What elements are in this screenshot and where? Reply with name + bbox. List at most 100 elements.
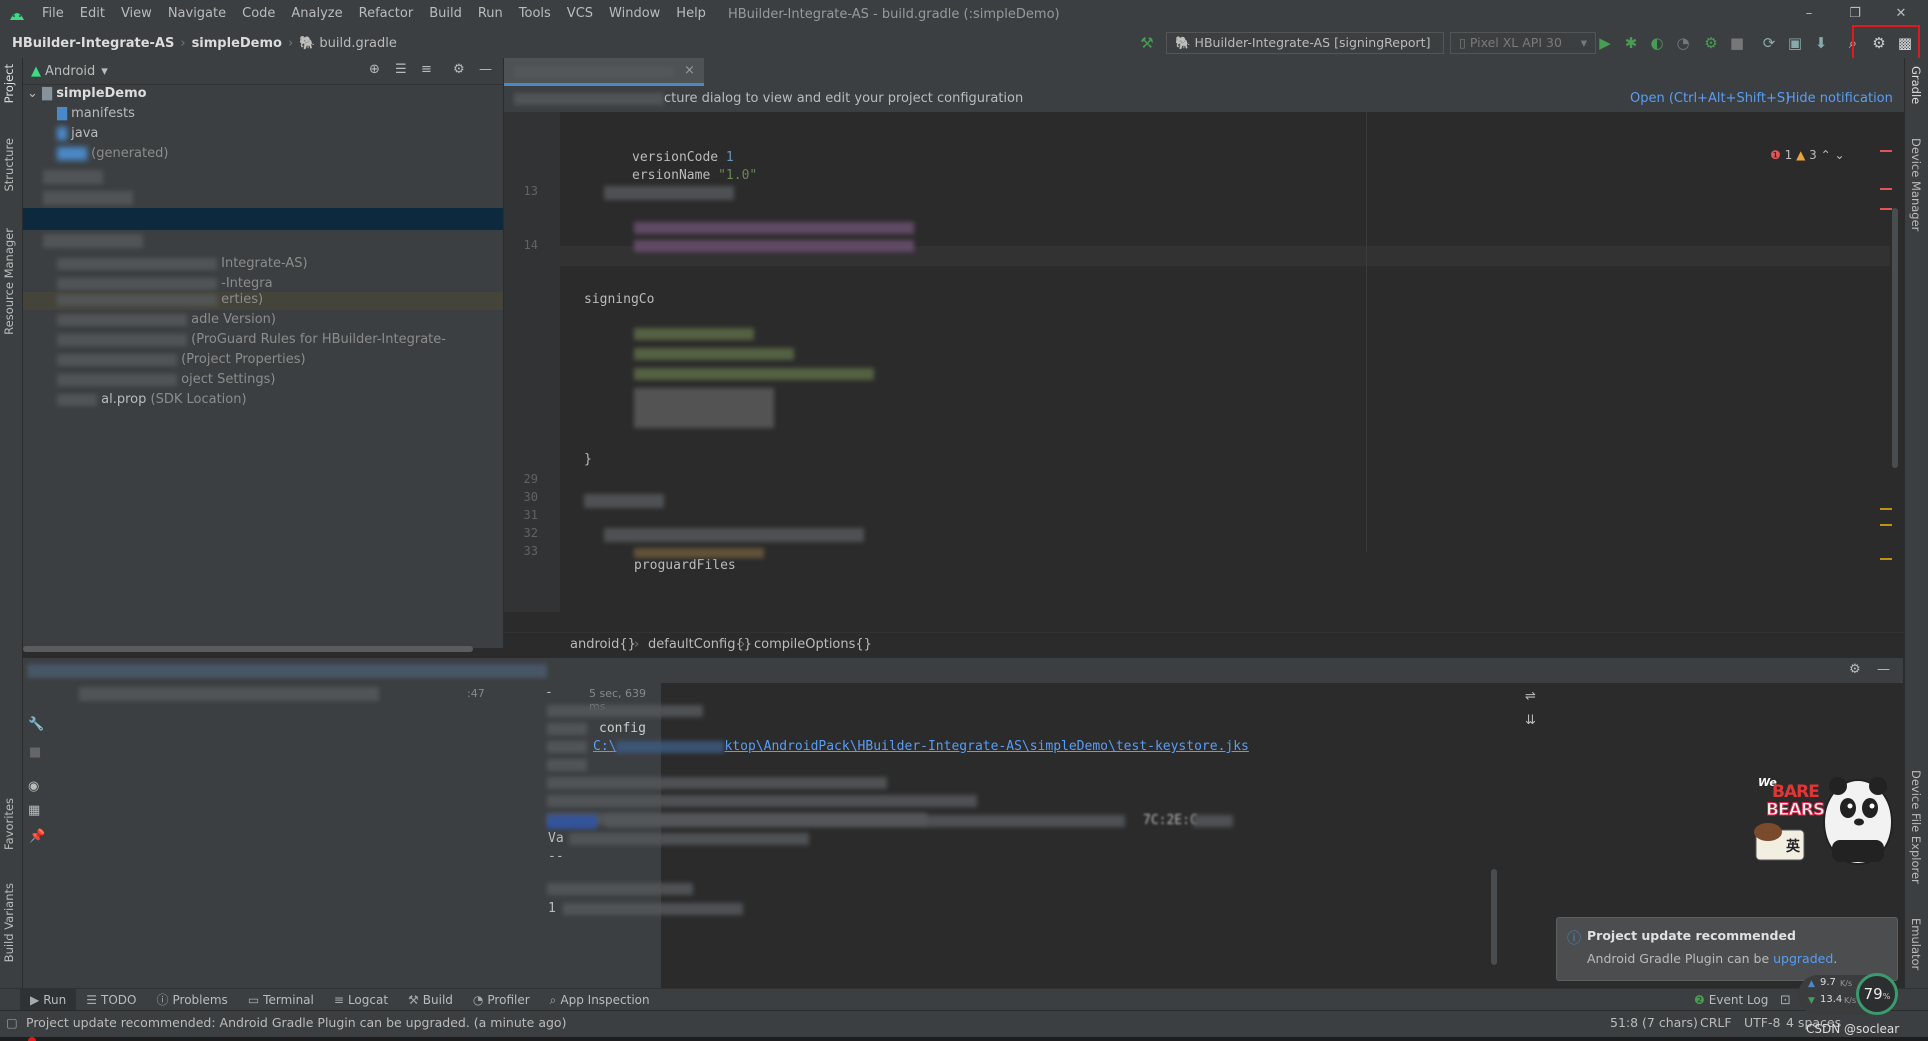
chevron-down-icon[interactable]: ▾ <box>101 64 108 79</box>
wrench-icon[interactable]: 🔧 <box>28 717 44 732</box>
project-view-selector[interactable]: Android <box>45 64 95 79</box>
breadcrumb-compile-options[interactable]: compileOptions{} <box>754 633 872 657</box>
stop-icon[interactable]: ■ <box>1728 34 1746 52</box>
tree-item-local-properties[interactable]: al.prop (SDK Location) <box>57 390 247 410</box>
tab-resource-manager[interactable]: Resource Manager <box>2 228 16 335</box>
code-line-version-name[interactable]: ersionName "1.0" <box>632 168 757 183</box>
tab-run[interactable]: ▶ Run <box>20 989 77 1011</box>
menu-vcs[interactable]: VCS <box>559 0 601 28</box>
update-notification-popup[interactable]: ⓘ Project update recommended Android Gra… <box>1556 917 1898 981</box>
menu-window[interactable]: Window <box>601 0 668 28</box>
chevron-up-icon[interactable]: ⌃ <box>1821 148 1831 162</box>
tab-terminal[interactable]: ▭ Terminal <box>238 989 324 1011</box>
hide-panel-icon[interactable]: — <box>1877 662 1890 677</box>
file-encoding[interactable]: UTF-8 <box>1744 1011 1780 1035</box>
scroll-to-end-icon[interactable]: ⇊ <box>1525 713 1536 728</box>
locate-icon[interactable]: ⊕ <box>369 62 380 77</box>
restore-icon[interactable]: ❐ <box>1832 0 1878 28</box>
layout-inspector-icon[interactable]: ⊡ <box>1780 993 1791 1008</box>
tree-root[interactable]: ⌄ ▇ simpleDemo <box>27 84 147 104</box>
tree-selected-row[interactable] <box>23 208 503 230</box>
warning-stripe-marker[interactable] <box>1880 524 1892 526</box>
tree-item-proguard[interactable]: (ProGuard Rules for HBuilder-Integrate- <box>57 330 446 350</box>
tab-build[interactable]: ⚒ Build <box>398 989 463 1011</box>
tab-gradle[interactable]: Gradle <box>1909 66 1923 104</box>
debug-icon[interactable]: ✱ <box>1622 34 1640 52</box>
tab-app-inspection[interactable]: ⌕ App Inspection <box>540 989 660 1011</box>
menu-analyze[interactable]: Analyze <box>283 0 350 28</box>
tree-item-gradle-properties[interactable]: erties) <box>57 290 263 310</box>
code-line-signing[interactable]: signingCo <box>584 292 654 307</box>
editor-tab-active[interactable]: × <box>504 58 704 86</box>
error-stripe-marker[interactable] <box>1880 208 1892 210</box>
menu-refactor[interactable]: Refactor <box>351 0 422 28</box>
line-separator[interactable]: CRLF <box>1700 1011 1732 1035</box>
menu-run[interactable]: Run <box>470 0 511 28</box>
tree-item-gradle-1[interactable]: Integrate-AS) <box>57 254 308 274</box>
tab-event-log[interactable]: ❷ Event Log <box>1684 989 1778 1011</box>
attach-debugger-icon[interactable]: ⚙ <box>1702 34 1720 52</box>
menu-help[interactable]: Help <box>668 0 714 28</box>
hide-notification-link[interactable]: Hide notification <box>1786 86 1893 112</box>
tab-project[interactable]: Project <box>2 64 16 103</box>
menu-file[interactable]: File <box>34 0 72 28</box>
menu-build[interactable]: Build <box>421 0 470 28</box>
open-project-structure-link[interactable]: Open (Ctrl+Alt+Shift+S) <box>1630 86 1790 112</box>
run-configuration-selector[interactable]: 🐘 HBuilder-Integrate-AS [signingReport] … <box>1166 32 1444 70</box>
close-icon[interactable]: ✕ <box>1878 0 1924 28</box>
warning-stripe-marker[interactable] <box>1880 508 1892 510</box>
console-scrollbar[interactable] <box>1491 869 1497 965</box>
close-tab-icon[interactable]: × <box>684 63 695 78</box>
layout-icon[interactable]: ▦ <box>28 803 40 818</box>
horizontal-scrollbar[interactable] <box>23 646 473 652</box>
tab-problems[interactable]: ⓘ Problems <box>146 989 237 1011</box>
breadcrumb-project[interactable]: HBuilder-Integrate-AS <box>8 36 178 51</box>
minimize-icon[interactable]: – <box>1786 0 1832 28</box>
expand-all-icon[interactable]: ☰ <box>395 62 407 77</box>
status-toggle-icon[interactable]: ▢ <box>6 1011 18 1035</box>
menu-edit[interactable]: Edit <box>72 0 113 28</box>
tab-logcat[interactable]: ≡ Logcat <box>324 989 398 1011</box>
tab-profiler[interactable]: ◔ Profiler <box>463 989 540 1011</box>
code-line-brace[interactable]: } <box>584 452 592 467</box>
run-icon[interactable]: ▶ <box>1596 34 1614 52</box>
coverage-icon[interactable]: ◐ <box>1648 34 1666 52</box>
tree-item-settings-gradle[interactable]: oject Settings) <box>57 370 275 390</box>
panel-settings-icon[interactable]: ⚙ <box>1849 662 1861 677</box>
vertical-scrollbar[interactable] <box>1892 208 1898 468</box>
device-selector[interactable]: ▯ Pixel XL API 30 ▾ <box>1450 32 1596 54</box>
tab-emulator[interactable]: Emulator <box>1909 918 1923 970</box>
menu-code[interactable]: Code <box>234 0 283 28</box>
breadcrumb-module[interactable]: simpleDemo <box>188 36 286 51</box>
breadcrumb-default-config[interactable]: defaultConfig{} <box>648 633 752 657</box>
breadcrumb-android[interactable]: android{} <box>570 633 636 657</box>
inspection-widget[interactable]: ❶ 1 ▲ 3 ⌃ ⌄ <box>1770 148 1850 164</box>
error-stripe-marker[interactable] <box>1880 150 1892 152</box>
console-keystore-link[interactable]: C:\ ktop\AndroidPack\HBuilder-Integrate-A… <box>593 739 1249 754</box>
device-manager-icon[interactable]: ▣ <box>1786 34 1804 52</box>
tab-todo[interactable]: ☰ TODO <box>76 989 146 1011</box>
tab-build-variants[interactable]: Build Variants <box>2 883 16 962</box>
eye-icon[interactable]: ◉ <box>28 779 39 794</box>
error-stripe-marker[interactable] <box>1880 188 1892 190</box>
soft-wrap-icon[interactable]: ⇌ <box>1525 689 1536 704</box>
tab-device-manager[interactable]: Device Manager <box>1909 138 1923 231</box>
tab-favorites[interactable]: Favorites <box>2 798 16 850</box>
menu-view[interactable]: View <box>113 0 160 28</box>
panel-settings-icon[interactable]: ⚙ <box>453 62 465 77</box>
code-line-proguard[interactable]: proguardFiles <box>634 558 736 573</box>
make-project-hammer-icon[interactable]: ⚒ <box>1138 34 1156 52</box>
caret-position[interactable]: 51:8 (7 chars) <box>1610 1011 1698 1035</box>
tab-device-file-explorer[interactable]: Device File Explorer <box>1909 770 1923 884</box>
tree-item-manifests[interactable]: ▇ manifests <box>57 104 135 124</box>
chevron-down-icon[interactable]: ⌄ <box>1834 148 1844 162</box>
pin-icon[interactable]: 📌 <box>29 829 45 844</box>
stop-icon[interactable]: ■ <box>29 745 41 760</box>
tree-item-gradle-wrapper[interactable]: adle Version) <box>57 310 276 330</box>
warning-stripe-marker[interactable] <box>1880 558 1892 560</box>
status-message[interactable]: Project update recommended: Android Grad… <box>26 1011 566 1035</box>
tree-item-gradle-properties-project[interactable]: (Project Properties) <box>57 350 306 370</box>
menu-tools[interactable]: Tools <box>511 0 559 28</box>
tab-structure[interactable]: Structure <box>2 138 16 192</box>
code-line-version-code[interactable]: versionCode 1 <box>632 150 734 165</box>
